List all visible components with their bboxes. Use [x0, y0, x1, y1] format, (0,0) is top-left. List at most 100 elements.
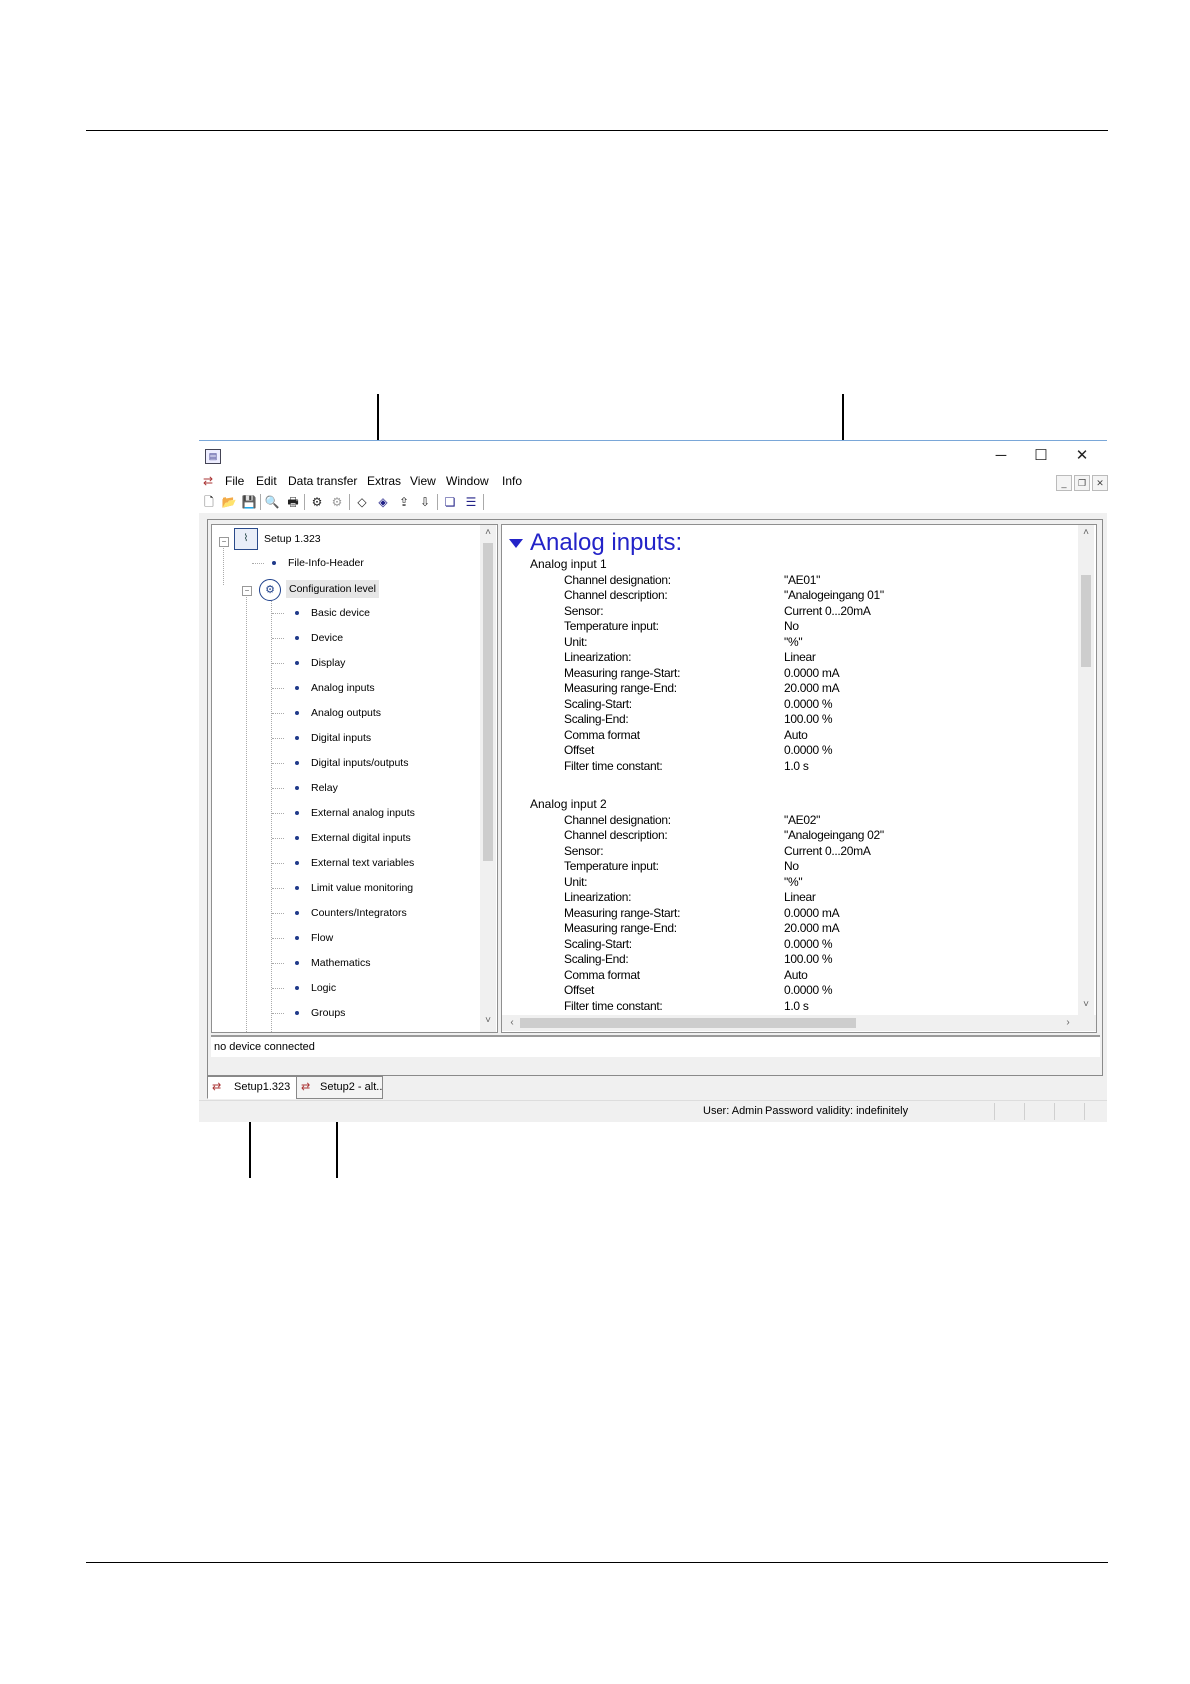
menu-edit[interactable]: Edit [256, 474, 277, 488]
tree-item-label: Basic device [311, 607, 370, 619]
menu-view[interactable]: View [410, 474, 436, 488]
tree-item-mathematics[interactable]: Mathematics [295, 954, 371, 972]
tree-item-display[interactable]: Display [295, 654, 345, 672]
document-menu-icon[interactable]: ⇄ [203, 474, 213, 488]
connect-icon[interactable]: ⚙ [309, 494, 325, 510]
menu-extras[interactable]: Extras [367, 474, 401, 488]
property-value: "%" [784, 874, 803, 889]
property-value: Linear [784, 890, 816, 904]
status-cell [1084, 1103, 1085, 1120]
download-icon[interactable]: ⇩ [417, 494, 433, 510]
document-tabs: ⇄ Setup1.323 ⇄ Setup2 - alt... [199, 1076, 1107, 1100]
tree-bullet-icon [295, 786, 299, 791]
toolbar: 🗋 📂 💾 🔍 🖶 ⚙ ⚙ ◇ ◈ ⇪ ⇩ ❏ ☰ [199, 491, 1107, 513]
menu-data-transfer[interactable]: Data transfer [288, 474, 357, 488]
menu-info[interactable]: Info [502, 474, 522, 488]
tree-item-limit-value-monitoring[interactable]: Limit value monitoring [295, 879, 413, 897]
tree-bullet-icon [295, 686, 299, 691]
property-value: "AE01" [784, 572, 821, 587]
property-value: 100.00 % [784, 952, 833, 966]
tree-bullet-icon [295, 961, 299, 966]
tree-vertical-scrollbar[interactable]: ˄ ˅ [480, 525, 496, 1032]
scroll-up-arrow-icon[interactable]: ˄ [1078, 527, 1094, 538]
save-icon[interactable]: 💾 [241, 494, 257, 510]
property-value: Auto [784, 727, 808, 742]
transfer-from-device-icon[interactable]: ◈ [375, 494, 391, 510]
property-label: Scaling-Start: [564, 936, 632, 951]
details-horizontal-scrollbar[interactable]: ‹ › [502, 1015, 1096, 1031]
close-button[interactable]: ✕ [1062, 445, 1102, 467]
scroll-down-arrow-icon[interactable]: ˅ [480, 1015, 496, 1026]
scroll-up-arrow-icon[interactable]: ˄ [480, 527, 496, 538]
new-file-icon[interactable]: 🗋 [201, 494, 217, 510]
tree-item-analog-inputs[interactable]: Analog inputs [295, 679, 375, 697]
property-value: Current 0...20mA [784, 603, 871, 618]
tree-item-analog-outputs[interactable]: Analog outputs [295, 704, 381, 722]
tree-item-basic-device[interactable]: Basic device [295, 604, 370, 622]
device-setup-icon: ⌇ [234, 528, 258, 550]
tree-connector [272, 663, 284, 664]
tree-item-groups[interactable]: Groups [295, 1004, 345, 1022]
tree-item-device[interactable]: Device [295, 629, 343, 647]
property-value: "%" [784, 634, 803, 649]
property-label: Offset [564, 743, 594, 757]
print-preview-icon[interactable]: 🔍 [264, 494, 280, 510]
tree-item-label: Counters/Integrators [311, 907, 407, 919]
property-value: 1.0 s [784, 998, 809, 1013]
tree-item-label: Analog outputs [311, 707, 382, 719]
mdi-close-button[interactable]: ✕ [1092, 475, 1108, 491]
transfer-to-device-icon[interactable]: ◇ [354, 494, 370, 510]
tile-windows-icon[interactable]: ☰ [463, 494, 479, 510]
tree-item-external-text-variables[interactable]: External text variables [295, 854, 414, 872]
tree-item-configuration-level[interactable]: Configuration level [286, 580, 379, 598]
upload-icon[interactable]: ⇪ [396, 494, 412, 510]
menu-file[interactable]: File [225, 474, 244, 488]
disconnect-icon[interactable]: ⚙ [329, 494, 345, 510]
tree-item-digital-inputs-outputs[interactable]: Digital inputs/outputs [295, 754, 408, 772]
mdi-restore-button[interactable]: ❐ [1074, 475, 1090, 491]
tree-connector [272, 738, 284, 739]
cascade-windows-icon[interactable]: ❏ [442, 494, 458, 510]
property-label: Unit: [564, 874, 588, 889]
tree-item-external-digital-inputs[interactable]: External digital inputs [295, 829, 411, 847]
scroll-left-arrow-icon[interactable]: ‹ [504, 1017, 520, 1028]
scroll-right-arrow-icon[interactable]: › [1060, 1017, 1076, 1028]
details-vertical-scrollbar[interactable]: ˄ ˅ [1078, 525, 1094, 1015]
tree-root-setup[interactable]: Setup 1.323 [264, 530, 321, 548]
details-h-scroll-thumb[interactable] [520, 1018, 856, 1028]
title-bar: ▤ ─ ☐ ✕ [199, 441, 1107, 471]
tree-item-file-info-header[interactable]: File-Info-Header [272, 554, 364, 572]
collapse-config-icon[interactable]: − [242, 586, 252, 596]
connection-status-text: no device connected [214, 1041, 315, 1053]
tree-scroll-thumb[interactable] [483, 543, 493, 861]
mdi-minimize-button[interactable]: _ [1056, 475, 1072, 491]
property-label: Sensor: [564, 843, 604, 858]
tree-item-flow[interactable]: Flow [295, 929, 333, 947]
property-value: "AE02" [784, 812, 821, 827]
tree-item-external-analog-inputs[interactable]: External analog inputs [295, 804, 415, 822]
status-cell [1024, 1103, 1025, 1120]
menu-window[interactable]: Window [446, 474, 489, 488]
minimize-button[interactable]: ─ [981, 445, 1021, 467]
tab-setup2[interactable]: ⇄ Setup2 - alt... [296, 1076, 383, 1099]
status-cell [1054, 1103, 1055, 1120]
tree-item-logic[interactable]: Logic [295, 979, 336, 997]
collapse-root-icon[interactable]: − [219, 537, 229, 547]
open-folder-icon[interactable]: 📂 [221, 494, 237, 510]
tree-item-relay[interactable]: Relay [295, 779, 338, 797]
collapse-triangle-icon[interactable] [509, 539, 523, 548]
maximize-button[interactable]: ☐ [1021, 445, 1061, 467]
password-validity: Password validity: indefinitely [765, 1105, 909, 1117]
scroll-down-arrow-icon[interactable]: ˅ [1078, 999, 1094, 1010]
property-label: Channel designation: [564, 572, 671, 587]
property-value: Auto [784, 967, 808, 982]
tree-connector [272, 638, 284, 639]
tab-setup1[interactable]: ⇄ Setup1.323 [207, 1076, 297, 1099]
property-value: 100.00 % [784, 712, 833, 726]
tree-item-digital-inputs[interactable]: Digital inputs [295, 729, 371, 747]
details-scroll-thumb[interactable] [1081, 575, 1091, 667]
tree-item-counters-integrators[interactable]: Counters/Integrators [295, 904, 407, 922]
toolbar-separator [437, 494, 438, 510]
tab-label: Setup1.323 [234, 1081, 291, 1093]
print-icon[interactable]: 🖶 [285, 494, 301, 510]
